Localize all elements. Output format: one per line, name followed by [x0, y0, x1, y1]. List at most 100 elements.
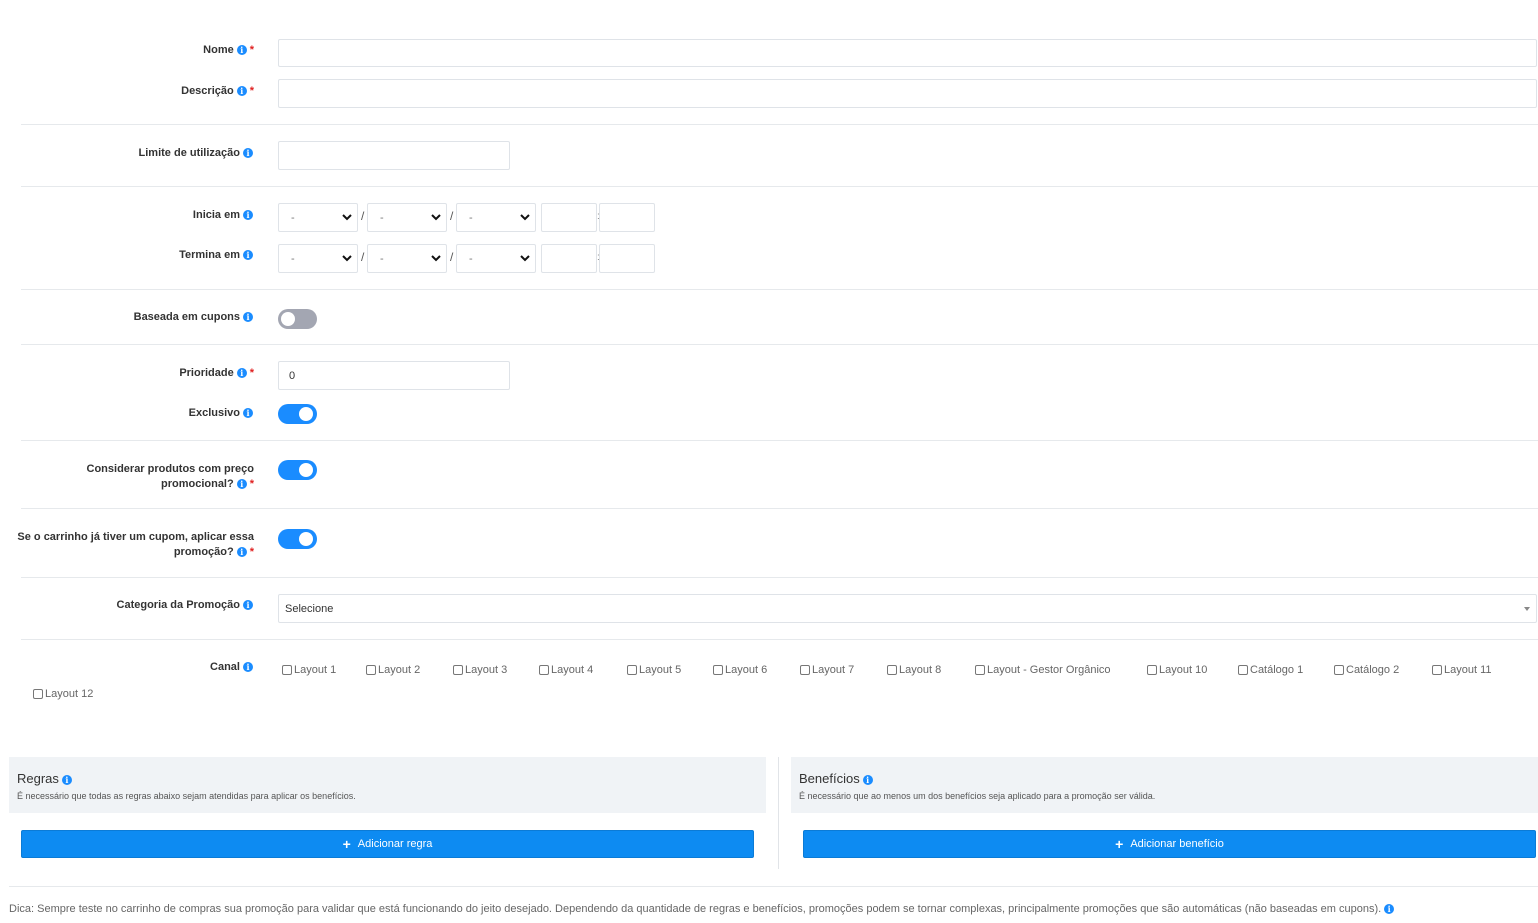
plus-icon: + [342, 835, 351, 852]
canal-option[interactable]: Layout 7 [800, 664, 854, 676]
vertical-divider [778, 757, 779, 869]
regras-subtitle: É necessário que todas as regras abaixo … [17, 791, 356, 801]
canal-option[interactable]: Layout 11 [1432, 664, 1492, 676]
cupons-label: Baseada em cupons i [134, 310, 253, 325]
canal-option[interactable]: Layout 3 [453, 664, 507, 676]
termina-year-select[interactable]: - [456, 244, 536, 273]
checkbox[interactable] [366, 665, 376, 675]
info-icon[interactable]: i [243, 210, 253, 220]
info-icon[interactable]: i [243, 148, 253, 158]
descricao-input[interactable] [278, 79, 1537, 108]
inicia-minute-input[interactable] [599, 203, 655, 232]
info-icon[interactable]: i [243, 408, 253, 418]
plus-icon: + [1115, 835, 1124, 852]
canal-option[interactable]: Layout 2 [366, 664, 420, 676]
termina-label: Termina em i [179, 248, 253, 263]
info-icon[interactable]: i [236, 547, 247, 557]
canal-option[interactable]: Layout 4 [539, 664, 593, 676]
checkbox[interactable] [282, 665, 292, 675]
required-marker: * [249, 546, 254, 558]
canal-option[interactable]: Layout 10 [1147, 664, 1207, 676]
nome-input[interactable] [278, 39, 1537, 67]
divider [9, 886, 1538, 887]
cupons-toggle[interactable] [278, 309, 317, 329]
canal-option[interactable]: Layout 6 [713, 664, 767, 676]
checkbox[interactable] [33, 689, 43, 699]
info-icon[interactable]: i [236, 45, 247, 55]
inicia-month-select[interactable]: - [367, 203, 447, 232]
info-icon[interactable]: i [236, 479, 247, 489]
info-icon[interactable]: i [61, 775, 72, 785]
info-icon[interactable]: i [243, 250, 253, 260]
regras-panel: Regras i É necessário que todas as regras… [9, 757, 766, 813]
required-marker: * [249, 44, 254, 56]
exclusivo-toggle[interactable] [278, 404, 317, 424]
divider [21, 440, 1538, 441]
inicia-label: Inicia em i [193, 208, 253, 223]
date-separator: / [450, 209, 454, 223]
preco-promo-toggle[interactable] [278, 460, 317, 480]
chevron-down-icon [342, 214, 352, 221]
canal-option[interactable]: Layout 8 [887, 664, 941, 676]
divider [21, 344, 1538, 345]
termina-minute-input[interactable] [599, 244, 655, 273]
regras-title: Regras i [17, 771, 72, 786]
info-icon[interactable]: i [236, 86, 247, 96]
canal-option[interactable]: Catálogo 2 [1334, 664, 1399, 676]
termina-day-select[interactable]: - [278, 244, 358, 273]
info-icon[interactable]: i [243, 662, 253, 672]
info-icon[interactable]: i [236, 368, 247, 378]
checkbox[interactable] [800, 665, 810, 675]
info-icon[interactable]: i [243, 312, 253, 322]
inicia-year-select[interactable]: - [456, 203, 536, 232]
checkbox[interactable] [453, 665, 463, 675]
canal-option[interactable]: Layout 5 [627, 664, 681, 676]
checkbox[interactable] [887, 665, 897, 675]
required-marker: * [249, 478, 254, 490]
divider [21, 577, 1538, 578]
divider [21, 289, 1538, 290]
checkbox[interactable] [1238, 665, 1248, 675]
categoria-label: Categoria da Promoção i [117, 598, 253, 613]
inicia-day-select[interactable]: - [278, 203, 358, 232]
canal-option[interactable]: Layout 12 [33, 688, 93, 700]
info-icon[interactable]: i [1384, 904, 1395, 914]
footer-tip: Dica: Sempre teste no carrinho de compra… [9, 903, 1395, 915]
beneficios-title: Benefícios i [799, 771, 873, 786]
categoria-select[interactable]: Selecione [278, 594, 1537, 623]
checkbox[interactable] [539, 665, 549, 675]
checkbox[interactable] [1147, 665, 1157, 675]
prioridade-input[interactable]: 0 [278, 361, 510, 390]
divider [21, 124, 1538, 125]
categoria-value: Selecione [285, 602, 334, 615]
canal-option[interactable]: Layout - Gestor Orgânico [975, 664, 1111, 676]
checkbox[interactable] [713, 665, 723, 675]
carrinho-cupom-toggle[interactable] [278, 529, 317, 549]
canal-option[interactable]: Catálogo 1 [1238, 664, 1303, 676]
required-marker: * [249, 367, 254, 379]
checkbox[interactable] [1334, 665, 1344, 675]
toggle-knob [299, 532, 313, 546]
info-icon[interactable]: i [862, 775, 873, 785]
termina-hour-input[interactable] [541, 244, 597, 273]
descricao-label: Descrição i * [181, 85, 254, 97]
divider [21, 508, 1538, 509]
info-icon[interactable]: i [243, 600, 253, 610]
checkbox[interactable] [627, 665, 637, 675]
inicia-hour-input[interactable] [541, 203, 597, 232]
checkbox[interactable] [975, 665, 985, 675]
add-benefit-button[interactable]: + Adicionar benefício [803, 830, 1536, 858]
chevron-down-icon [431, 255, 441, 262]
canal-option[interactable]: Layout 1 [282, 664, 336, 676]
termina-month-select[interactable]: - [367, 244, 447, 273]
toggle-knob [299, 463, 313, 477]
nome-label: Nome i * [203, 44, 254, 56]
divider [21, 186, 1538, 187]
checkbox[interactable] [1432, 665, 1442, 675]
prioridade-label: Prioridade i * [179, 367, 254, 379]
limite-input[interactable] [278, 141, 510, 170]
add-rule-button[interactable]: + Adicionar regra [21, 830, 754, 858]
caret-down-icon [1524, 607, 1530, 611]
toggle-knob [299, 407, 313, 421]
required-marker: * [249, 85, 254, 97]
